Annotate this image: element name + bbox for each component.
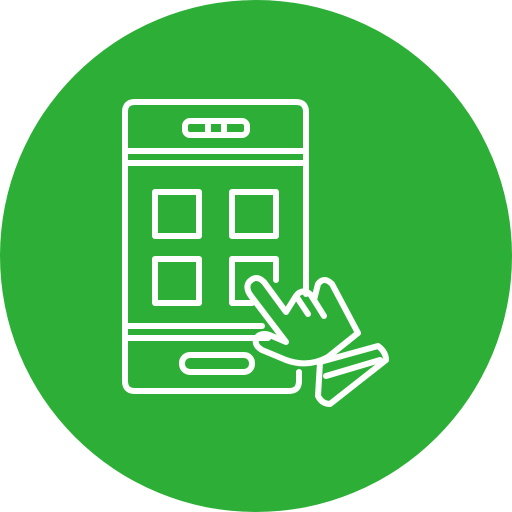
- icon-canvas: [0, 0, 512, 512]
- mobile-app-touch-icon: [0, 0, 512, 512]
